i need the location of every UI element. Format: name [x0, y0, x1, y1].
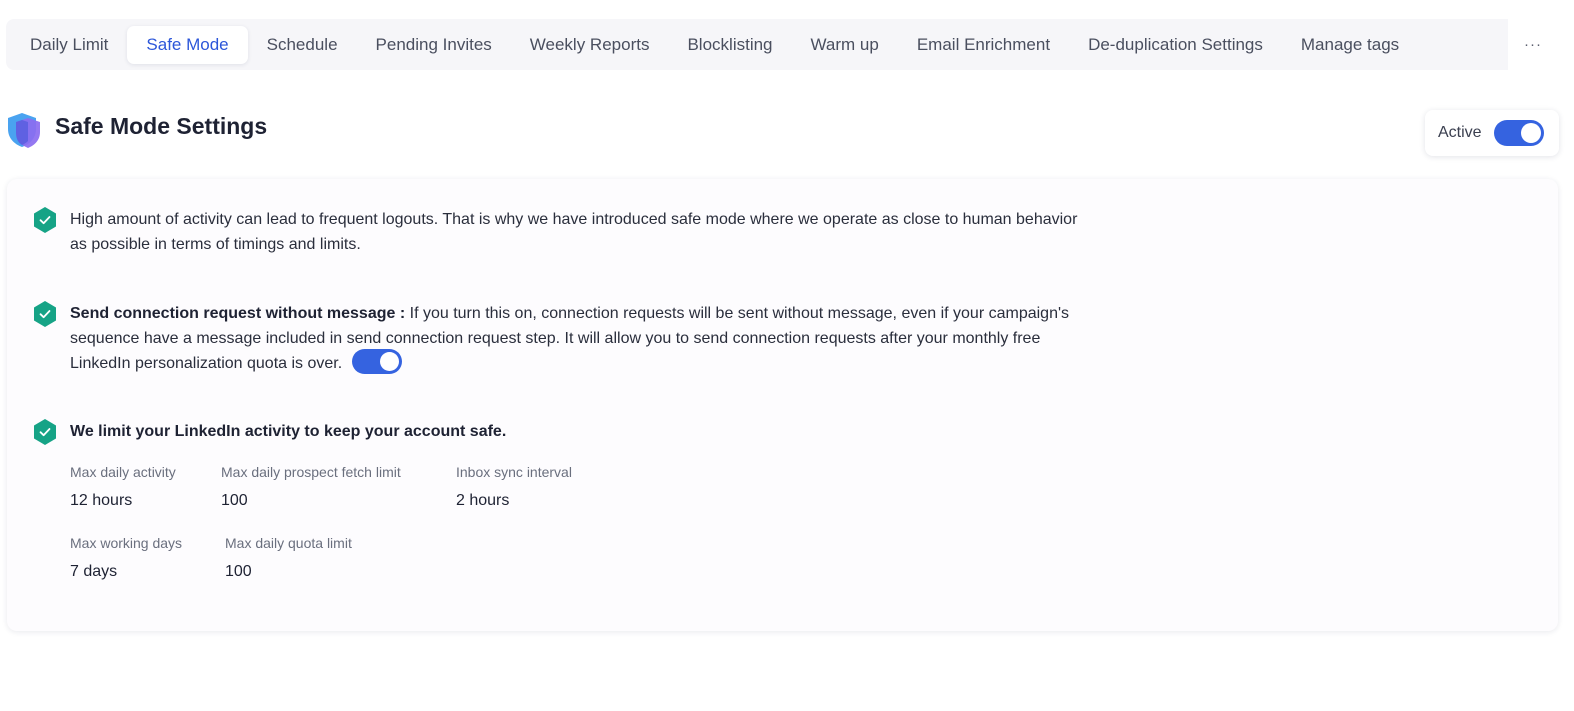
shield-icon — [5, 111, 43, 149]
tab-blocklisting[interactable]: Blocklisting — [668, 26, 791, 64]
check-badge-icon — [33, 419, 57, 445]
stat-max-daily-activity: Max daily activity 12 hours — [70, 464, 176, 510]
limits-title: We limit your LinkedIn activity to keep … — [70, 423, 507, 440]
tab-weekly-reports[interactable]: Weekly Reports — [511, 26, 669, 64]
stat-label: Inbox sync interval — [456, 464, 572, 480]
stat-label: Max daily activity — [70, 464, 176, 480]
check-badge-icon — [33, 301, 57, 327]
tab-schedule[interactable]: Schedule — [248, 26, 357, 64]
stat-label: Max daily quota limit — [225, 535, 352, 551]
connection-title: Send connection request without message … — [70, 305, 406, 322]
stat-value: 7 days — [70, 563, 118, 580]
more-tabs-button[interactable]: ··· — [1508, 19, 1558, 70]
stat-value: 100 — [225, 563, 252, 580]
stat-label: Max working days — [70, 535, 183, 551]
send-without-message-toggle[interactable] — [352, 349, 403, 375]
tab-manage-tags[interactable]: Manage tags — [1282, 26, 1418, 64]
safe-mode-card: High amount of activity can lead to freq… — [7, 179, 1558, 631]
intro-text: High amount of activity can lead to freq… — [70, 211, 1078, 253]
stat-label: Max daily prospect fetch limit — [221, 464, 401, 480]
settings-tabs: Daily Limit Safe Mode Schedule Pending I… — [6, 19, 1508, 70]
connection-text: Send connection request without message … — [70, 301, 1085, 376]
page-title: Safe Mode Settings — [55, 113, 268, 139]
toggle-knob — [380, 352, 400, 372]
tab-email-enrichment[interactable]: Email Enrichment — [898, 26, 1069, 64]
safe-mode-toggle[interactable] — [1493, 120, 1544, 146]
tab-de-duplication-settings[interactable]: De-duplication Settings — [1069, 26, 1282, 64]
tab-safe-mode[interactable]: Safe Mode — [127, 25, 248, 64]
check-badge-icon — [33, 207, 57, 233]
stat-max-prospect-fetch: Max daily prospect fetch limit 100 — [221, 464, 401, 510]
stat-value: 12 hours — [70, 492, 133, 509]
stat-inbox-sync: Inbox sync interval 2 hours — [456, 464, 572, 510]
tab-daily-limit[interactable]: Daily Limit — [11, 26, 127, 64]
tab-pending-invites[interactable]: Pending Invites — [357, 26, 511, 64]
stat-max-working-days: Max working days 7 days — [70, 535, 182, 581]
stat-value: 2 hours — [456, 492, 510, 509]
stat-max-quota: Max daily quota limit 100 — [225, 535, 352, 581]
toggle-knob — [1520, 123, 1541, 143]
status-label: Active — [1438, 124, 1482, 141]
tab-warm-up[interactable]: Warm up — [792, 26, 898, 64]
safe-mode-status: Active — [1425, 110, 1559, 156]
stat-value: 100 — [221, 492, 248, 509]
